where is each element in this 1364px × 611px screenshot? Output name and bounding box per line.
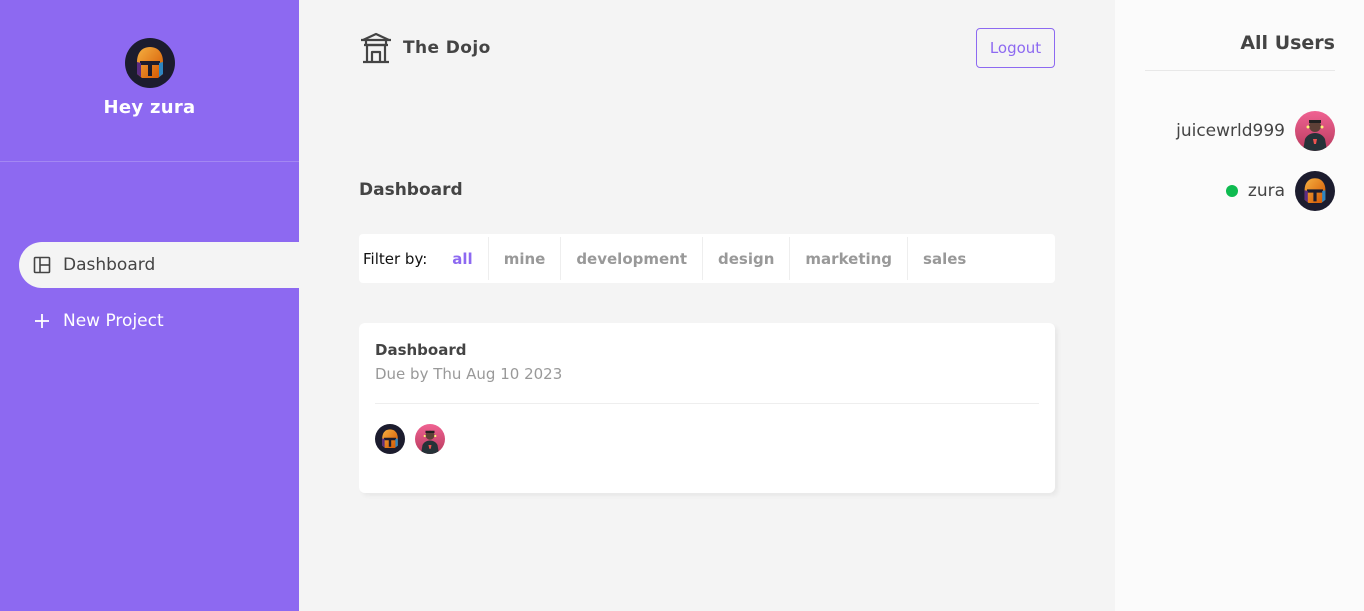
nav-item-label: Dashboard [63,255,156,275]
knight-helmet-avatar-icon [125,38,175,88]
filter-mine[interactable]: mine [489,237,562,280]
temple-icon [359,31,393,65]
nav-item-new-project[interactable]: New Project [19,298,299,344]
rapper-avatar-icon [1295,111,1335,151]
knight-helmet-avatar-icon [1295,171,1335,211]
page-title: Dashboard [359,180,463,200]
dashboard-icon [33,256,51,274]
logout-button[interactable]: Logout [976,28,1055,68]
users-panel-title: All Users [1240,32,1335,54]
project-due-date: Due by Thu Aug 10 2023 [375,365,563,383]
filter-marketing[interactable]: marketing [790,237,909,280]
user-list-item: juicewrld999 [1176,111,1335,151]
users-panel: All Users juicewrld999 zura [1115,0,1364,611]
assigned-avatar [375,424,405,454]
filter-development[interactable]: development [561,237,704,280]
assigned-avatar [415,424,445,454]
main-content: The Dojo Logout Dashboard Filter by: all… [299,0,1115,611]
users-divider [1145,70,1335,71]
rapper-avatar-icon [415,424,445,454]
navbar: The Dojo Logout [359,26,1055,70]
nav-item-dashboard[interactable]: Dashboard [19,242,299,288]
user-list-item: zura [1225,171,1335,211]
user-avatar [125,38,175,88]
user-avatar [1295,111,1335,151]
user-name: zura [1247,181,1285,201]
assigned-users [375,424,1039,454]
brand: The Dojo [359,31,491,65]
card-divider [375,403,1039,404]
project-name: Dashboard [375,341,467,359]
project-filter: Filter by: all mine development design m… [359,234,1055,283]
sidebar-nav: Dashboard New Project [19,242,299,354]
filter-label: Filter by: [363,249,428,268]
filter-sales[interactable]: sales [908,237,981,280]
online-status-icon [1225,185,1238,197]
nav-item-label: New Project [63,311,164,331]
knight-helmet-avatar-icon [375,424,405,454]
plus-icon [33,312,51,330]
brand-name: The Dojo [403,38,491,58]
sidebar-user: Hey zura [0,0,299,162]
user-avatar [1295,171,1335,211]
project-card[interactable]: Dashboard Due by Thu Aug 10 2023 [359,323,1055,493]
filter-all[interactable]: all [437,237,489,280]
user-name: juicewrld999 [1176,121,1285,141]
greeting: Hey zura [103,97,196,118]
sidebar: Hey zura Dashboard New Project [0,0,299,611]
filter-design[interactable]: design [703,237,791,280]
